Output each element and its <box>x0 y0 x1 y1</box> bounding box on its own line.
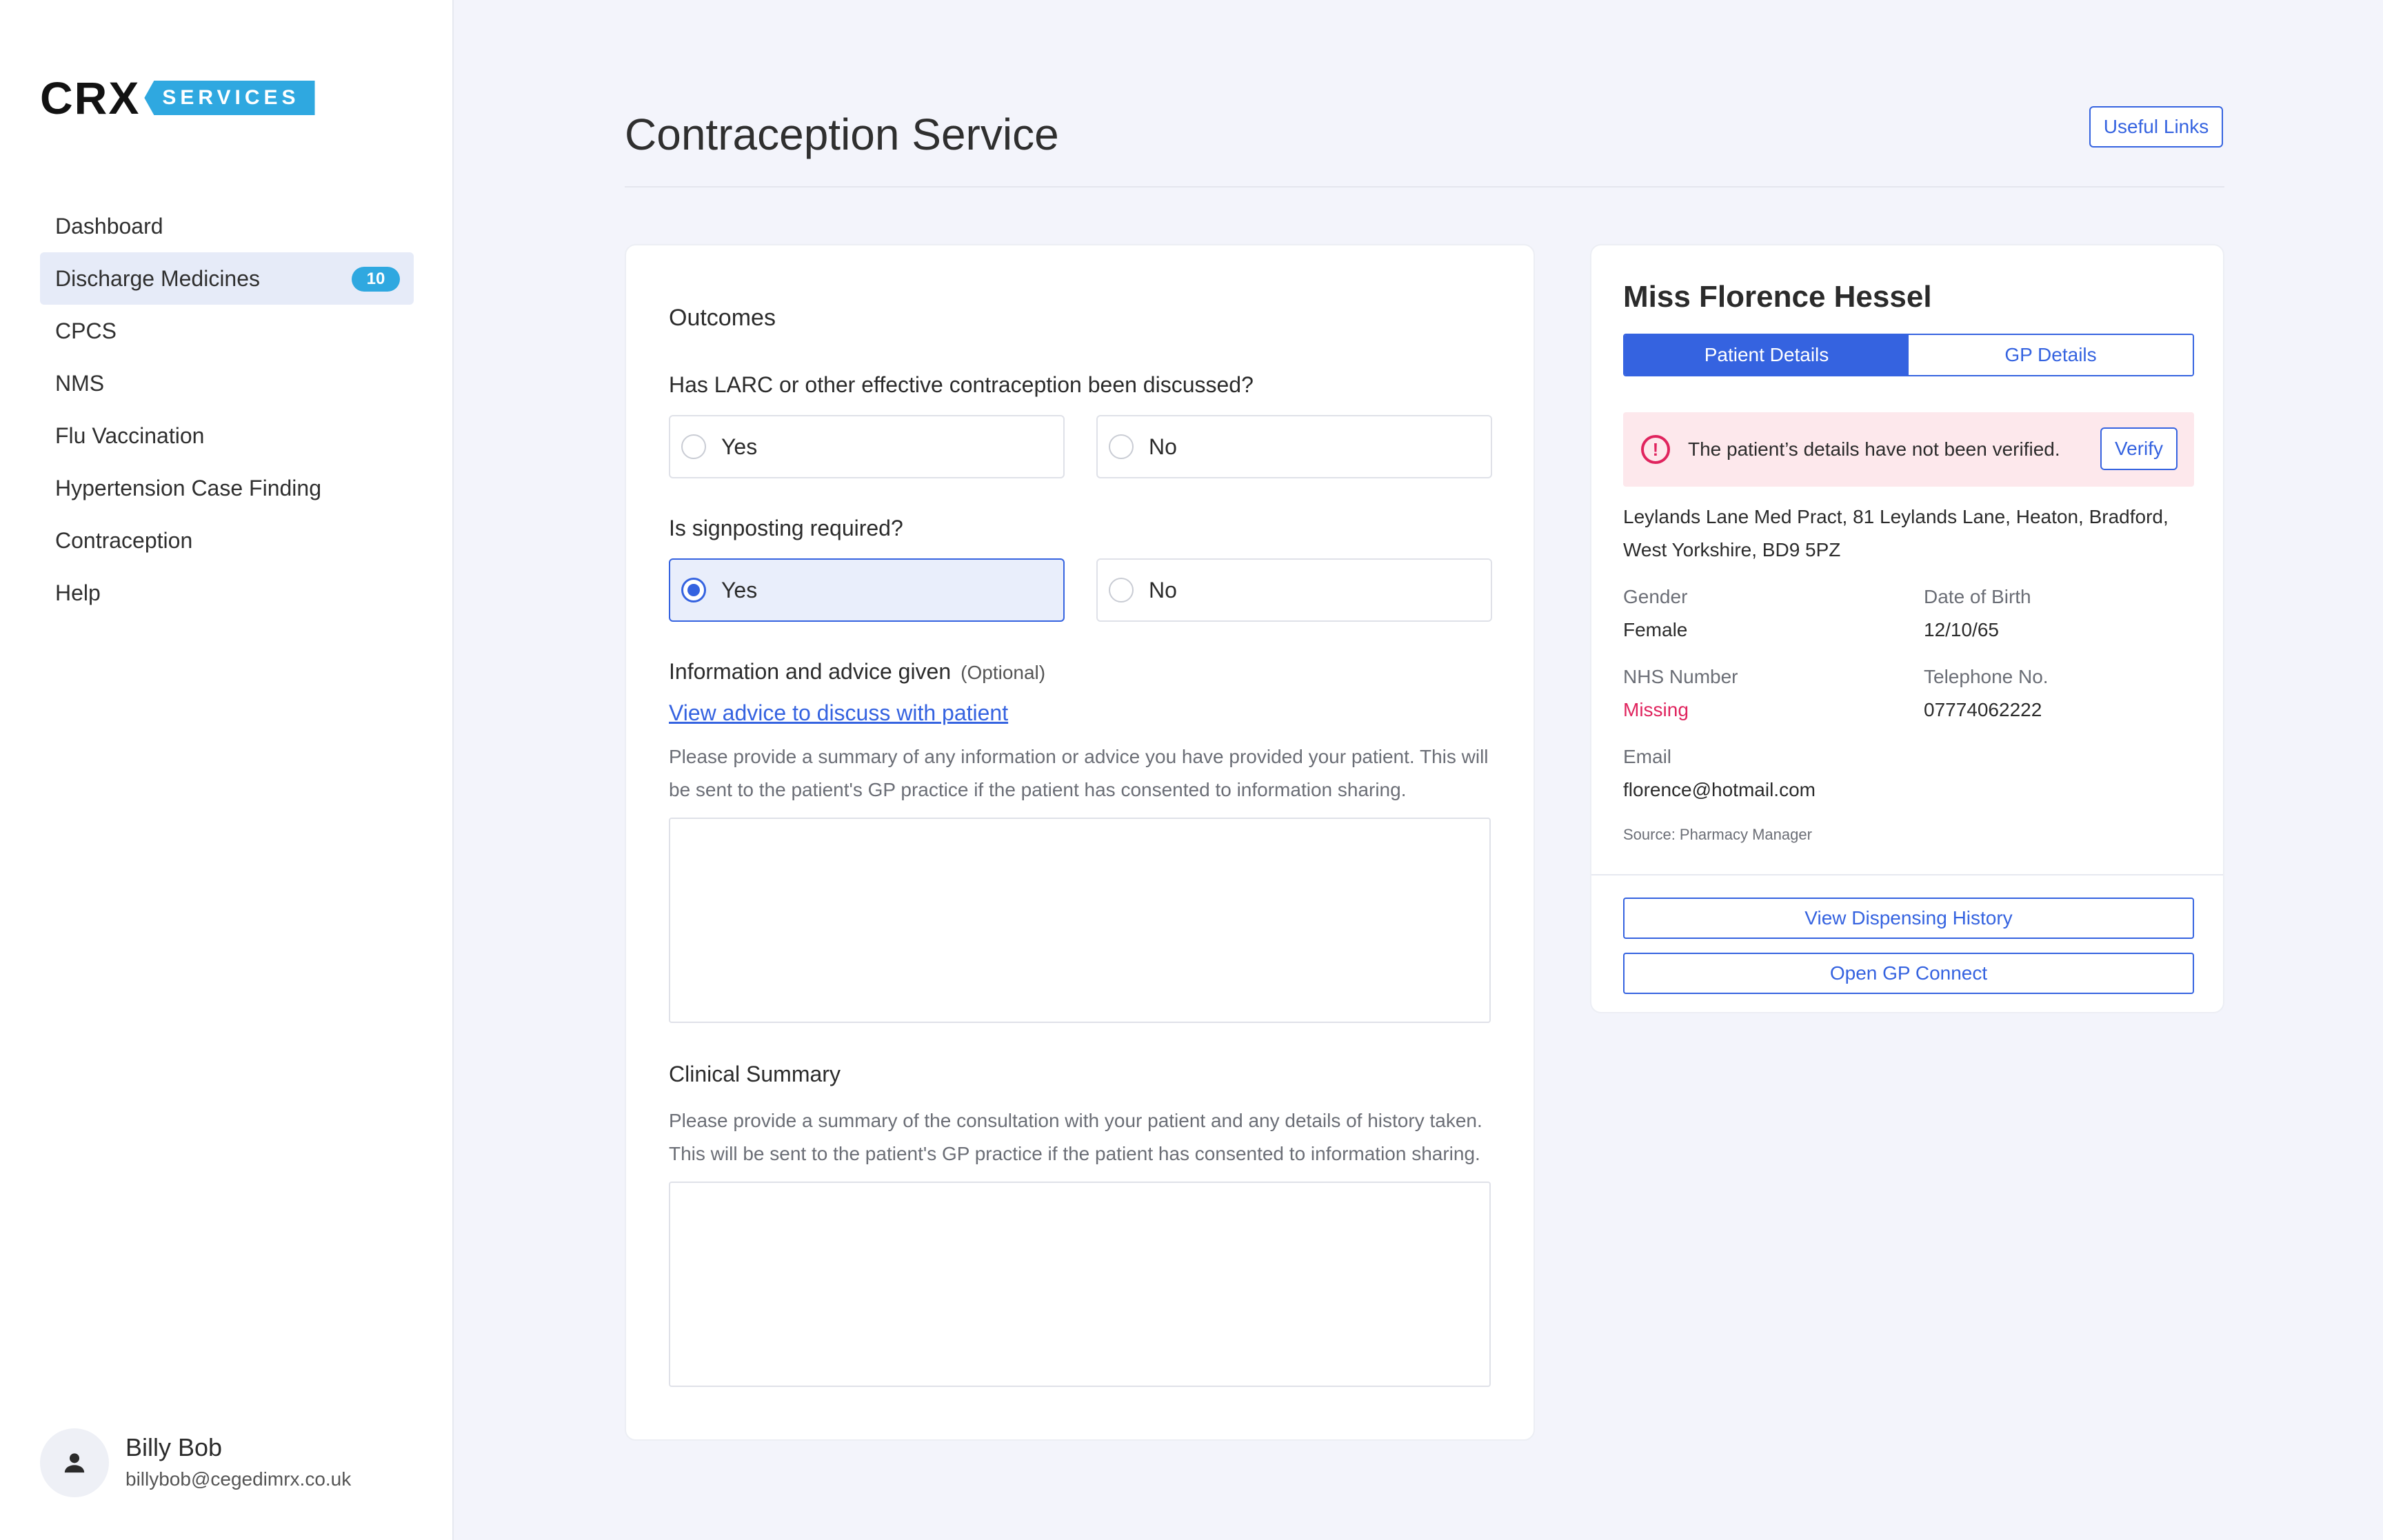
sidebar: CRX SERVICES Dashboard Discharge Medicin… <box>0 0 454 1540</box>
sidebar-item-label: Hypertension Case Finding <box>55 475 321 500</box>
patient-tabs: Patient Details GP Details <box>1623 334 2194 376</box>
view-advice-link[interactable]: View advice to discuss with patient <box>669 700 1008 726</box>
helper-line: Please provide a summary of the consulta… <box>669 1110 1482 1131</box>
outcomes-heading: Outcomes <box>669 305 776 331</box>
patient-name: Miss Florence Hessel <box>1623 280 1932 314</box>
sidebar-item-label: Contraception <box>55 527 193 553</box>
logo-services-text: SERVICES <box>144 81 315 115</box>
patient-address: Leylands Lane Med Pract, 81 Leylands Lan… <box>1623 500 2195 567</box>
helper-line: Please provide a summary of any informat… <box>669 746 1489 767</box>
signposting-question-label: Is signposting required? <box>669 516 903 540</box>
useful-links-button[interactable]: Useful Links <box>2089 106 2223 148</box>
optional-tag: (Optional) <box>961 662 1046 683</box>
sidebar-item-label: Flu Vaccination <box>55 423 205 448</box>
dob-value: 12/10/65 <box>1924 619 1999 640</box>
clinical-summary-textarea[interactable] <box>669 1182 1491 1387</box>
email-value: florence@hotmail.com <box>1623 779 1816 800</box>
dob-label: Date of Birth <box>1924 586 2031 607</box>
address-line: Leylands Lane Med Pract, 81 Leylands Lan… <box>1623 506 2169 527</box>
information-advice-textarea[interactable] <box>669 818 1491 1023</box>
gender-value: Female <box>1623 619 1688 640</box>
sidebar-item-help[interactable]: Help <box>40 567 414 619</box>
information-advice-title: Information and advice given <box>669 659 952 684</box>
data-source-text: Source: Pharmacy Manager <box>1623 826 1812 843</box>
radio-label: No <box>1149 434 1177 459</box>
user-profile[interactable]: Billy Bob billybob@cegedimrx.co.uk <box>40 1428 351 1497</box>
larc-question-label: Has LARC or other effective contraceptio… <box>669 372 1254 397</box>
sidebar-nav: Dashboard Discharge Medicines 10 CPCS NM… <box>40 200 414 619</box>
title-divider <box>625 186 2224 188</box>
sidebar-item-dashboard[interactable]: Dashboard <box>40 200 414 252</box>
page-title: Contraception Service <box>625 110 1059 159</box>
email-label: Email <box>1623 746 1672 767</box>
tab-gp-details[interactable]: GP Details <box>1909 335 2193 375</box>
person-icon <box>64 1453 85 1473</box>
crx-services-logo[interactable]: CRX SERVICES <box>40 72 315 123</box>
gender-label: Gender <box>1623 586 1688 607</box>
sidebar-item-label: CPCS <box>55 318 117 343</box>
radio-label: No <box>1149 577 1177 602</box>
verify-button[interactable]: Verify <box>2100 427 2178 470</box>
open-gp-connect-button[interactable]: Open GP Connect <box>1623 953 2194 994</box>
signposting-no-option[interactable]: No <box>1096 558 1492 622</box>
radio-label: Yes <box>721 577 758 602</box>
larc-no-option[interactable]: No <box>1096 415 1492 478</box>
sidebar-item-label: Discharge Medicines <box>55 265 261 291</box>
telephone-value: 07774062222 <box>1924 699 2042 720</box>
helper-line: be sent to the patient's GP practice if … <box>669 779 1407 800</box>
verification-alert: ! The patient’s details have not been ve… <box>1623 412 2194 487</box>
sidebar-item-hypertension[interactable]: Hypertension Case Finding <box>40 462 414 514</box>
nhs-number-label: NHS Number <box>1623 666 1738 687</box>
helper-line: This will be sent to the patient's GP pr… <box>669 1143 1480 1164</box>
sidebar-item-label: Help <box>55 580 101 605</box>
radio-unchecked-icon <box>1109 578 1134 602</box>
count-badge: 10 <box>352 267 400 292</box>
sidebar-item-discharge-medicines[interactable]: Discharge Medicines 10 <box>40 252 414 305</box>
sidebar-item-cpcs[interactable]: CPCS <box>40 305 414 357</box>
sidebar-item-contraception[interactable]: Contraception <box>40 514 414 567</box>
avatar <box>40 1428 109 1497</box>
radio-unchecked-icon <box>681 434 706 459</box>
nhs-number-value: Missing <box>1623 699 1689 720</box>
tab-patient-details[interactable]: Patient Details <box>1625 335 1909 375</box>
larc-yes-option[interactable]: Yes <box>669 415 1065 478</box>
alert-text: The patient’s details have not been veri… <box>1688 438 2060 460</box>
signposting-yes-option[interactable]: Yes <box>669 558 1065 622</box>
information-advice-label: Information and advice given (Optional) <box>669 659 1045 685</box>
information-helper-text: Please provide a summary of any informat… <box>669 740 1496 807</box>
exclamation-circle-icon: ! <box>1641 435 1670 464</box>
sidebar-item-label: Dashboard <box>55 213 163 239</box>
user-email: billybob@cegedimrx.co.uk <box>125 1468 352 1490</box>
view-dispensing-history-button[interactable]: View Dispensing History <box>1623 898 2194 939</box>
radio-checked-icon <box>681 578 706 602</box>
clinical-summary-label: Clinical Summary <box>669 1062 841 1086</box>
radio-unchecked-icon <box>1109 434 1134 459</box>
sidebar-item-nms[interactable]: NMS <box>40 357 414 409</box>
patient-card: Miss Florence Hessel Patient Details GP … <box>1590 244 2224 1013</box>
logo-crx-text: CRX <box>40 72 141 123</box>
outcomes-form-card: Outcomes Has LARC or other effective con… <box>625 244 1535 1441</box>
radio-label: Yes <box>721 434 758 459</box>
sidebar-item-flu-vaccination[interactable]: Flu Vaccination <box>40 409 414 462</box>
clinical-helper-text: Please provide a summary of the consulta… <box>669 1104 1496 1171</box>
sidebar-item-label: NMS <box>55 370 105 396</box>
card-divider <box>1591 874 2223 875</box>
telephone-label: Telephone No. <box>1924 666 2049 687</box>
address-line: West Yorkshire, BD9 5PZ <box>1623 539 1841 560</box>
user-name: Billy Bob <box>125 1433 223 1461</box>
